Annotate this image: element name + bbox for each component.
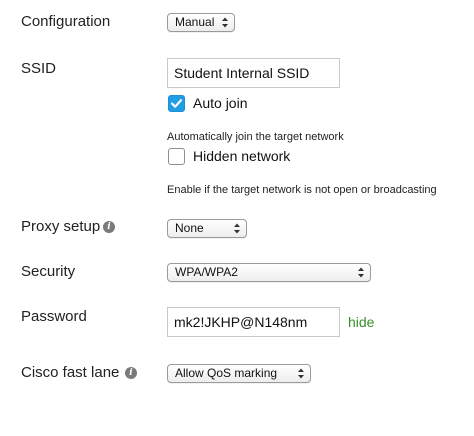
hidden-network-label: Hidden network xyxy=(193,148,291,164)
hidden-network-checkbox[interactable] xyxy=(168,148,185,165)
select-arrows-icon xyxy=(234,223,240,234)
proxy-setup-select-value: None xyxy=(175,221,204,235)
hidden-network-hint: Enable if the target network is not open… xyxy=(167,184,437,196)
cisco-fast-lane-label: Cisco fast lane xyxy=(21,364,120,381)
ssid-input[interactable]: Student Internal SSID xyxy=(167,58,340,88)
configuration-select[interactable]: Manual xyxy=(167,13,235,32)
auto-join-checkbox[interactable] xyxy=(168,95,185,112)
select-arrows-icon xyxy=(298,368,304,379)
proxy-setup-label: Proxy setup xyxy=(21,218,101,235)
cisco-fast-lane-select-value: Allow QoS marking xyxy=(175,366,278,380)
security-select[interactable]: WPA/WPA2 xyxy=(167,263,371,282)
info-icon[interactable]: i xyxy=(125,367,137,379)
auto-join-label: Auto join xyxy=(193,95,248,111)
ssid-label: SSID xyxy=(21,60,57,77)
security-select-value: WPA/WPA2 xyxy=(175,265,238,279)
select-arrows-icon xyxy=(358,267,364,278)
select-arrows-icon xyxy=(222,17,228,28)
auto-join-hint: Automatically join the target network xyxy=(167,131,344,143)
proxy-setup-select[interactable]: None xyxy=(167,219,247,238)
configuration-select-value: Manual xyxy=(175,15,215,29)
password-input[interactable]: mk2!JKHP@N148nm xyxy=(167,307,340,337)
security-label: Security xyxy=(21,263,76,280)
info-icon[interactable]: i xyxy=(103,221,115,233)
configuration-label: Configuration xyxy=(21,13,111,30)
checkmark-icon xyxy=(170,99,183,108)
hide-password-link[interactable]: hide xyxy=(348,314,374,330)
cisco-fast-lane-select[interactable]: Allow QoS marking xyxy=(167,364,311,383)
password-label: Password xyxy=(21,308,87,325)
